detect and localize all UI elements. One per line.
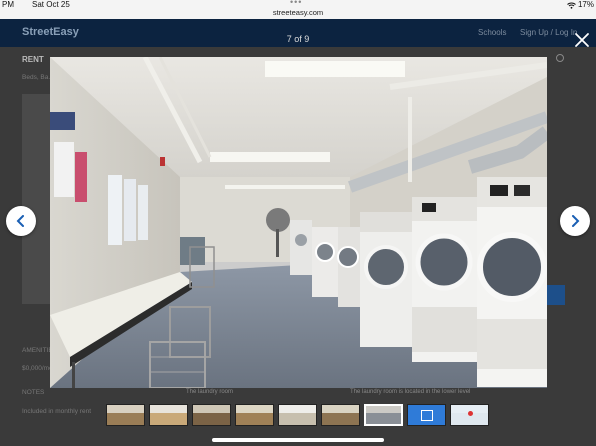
close-icon	[575, 33, 589, 47]
screen: PM Sat Oct 25 ••• streeteasy.com 17% Str…	[0, 0, 596, 446]
thumbnail-bedroom[interactable]	[149, 404, 188, 426]
thumbnail-floorplan[interactable]	[407, 404, 446, 426]
laundry-room-image	[50, 57, 547, 388]
thumbnail-hallway[interactable]	[321, 404, 360, 426]
thumbnail-image	[322, 405, 359, 413]
thumbnail-image	[279, 405, 316, 413]
status-bar: PM Sat Oct 25 ••• streeteasy.com 17%	[0, 0, 596, 19]
thumbnail-kitchen[interactable]	[192, 404, 231, 426]
thumbnail-dining[interactable]	[235, 404, 274, 426]
previous-photo-button[interactable]	[6, 206, 36, 236]
photo-counter: 7 of 9	[286, 34, 310, 44]
gallery-main-photo[interactable]	[50, 57, 547, 388]
thumbnail-image	[236, 413, 273, 425]
thumbnail-image	[279, 413, 316, 425]
thumbnail-image	[107, 405, 144, 413]
thumbnail-image	[150, 405, 187, 413]
tab-options-icon[interactable]: •••	[290, 0, 302, 7]
thumbnail-bathroom[interactable]	[278, 404, 317, 426]
photo-caption: The laundry room	[186, 389, 234, 395]
next-photo-button[interactable]	[560, 206, 590, 236]
floorplan-icon	[421, 410, 433, 421]
photo-description: The laundry room is located in the lower…	[350, 389, 471, 395]
thumbnail-image	[322, 413, 359, 425]
thumbnail-strip	[106, 404, 489, 428]
thumbnail-image	[193, 405, 230, 413]
chevron-right-icon	[572, 215, 580, 227]
thumbnail-image	[107, 413, 144, 425]
map-pin-icon	[468, 411, 473, 416]
thumbnail-laundry[interactable]	[364, 404, 403, 426]
thumbnail-living-room[interactable]	[106, 404, 145, 426]
home-indicator[interactable]	[212, 438, 384, 442]
chevron-left-icon	[16, 215, 24, 227]
thumbnail-image	[150, 413, 187, 425]
thumbnail-map[interactable]	[450, 404, 489, 426]
battery-percent: 17%	[577, 0, 594, 9]
thumbnail-image	[236, 405, 273, 413]
thumbnail-image	[366, 413, 401, 424]
thumbnail-image	[193, 413, 230, 425]
address-bar[interactable]: streeteasy.com	[0, 8, 596, 17]
wifi-icon	[567, 2, 576, 9]
thumbnail-image	[366, 406, 401, 414]
photo-gallery-modal: 7 of 9 The laundry room The laundry room…	[0, 19, 596, 446]
close-button[interactable]	[574, 32, 590, 48]
